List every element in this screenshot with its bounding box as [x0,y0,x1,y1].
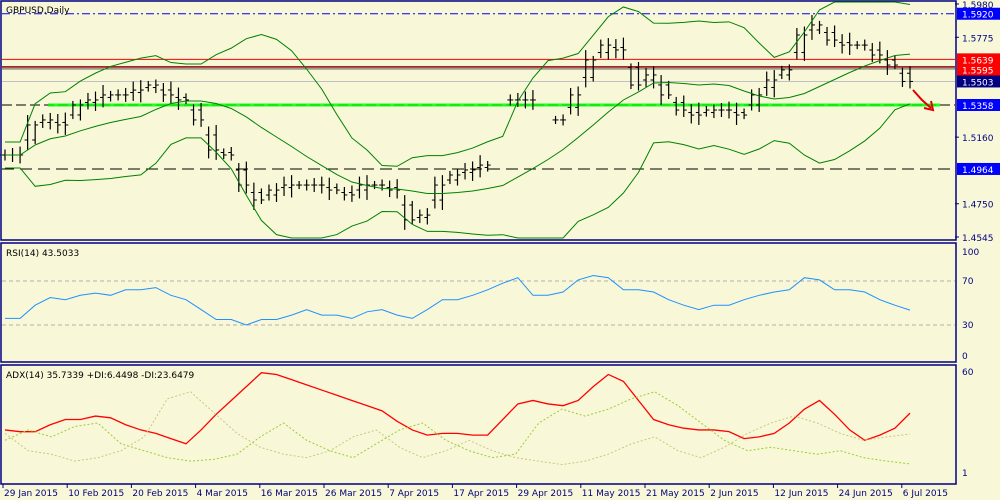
price-level-label: 1.5358 [962,102,994,112]
date-tick-label: 6 Jul 2015 [903,489,948,499]
chart-background [0,0,1000,500]
date-tick-label: 2 Jun 2015 [710,489,758,499]
date-tick-label: 11 May 2015 [582,489,641,499]
date-tick-label: 26 Mar 2015 [325,489,382,499]
rsi-tick-label: 30 [962,321,974,331]
date-tick-label: 29 Jan 2015 [4,489,58,499]
date-tick-label: 16 Mar 2015 [261,489,318,499]
rsi-title: RSI(14) 43.5033 [6,249,79,259]
rsi-tick-label: 100 [962,248,979,258]
date-tick-label: 21 May 2015 [646,489,705,499]
chart-window: 1.59801.57751.51601.47501.45451.59201.56… [0,0,1000,500]
adx-title: ADX(14) 35.7339 +DI:6.4498 -DI:23.6479 [6,371,195,381]
rsi-tick-label: 70 [962,277,974,287]
symbol-title: GBPUSD,Daily [6,6,70,16]
price-tick-label: 1.4750 [962,201,994,211]
price-level-label: 1.5595 [962,67,994,77]
adx-tick-label: 60 [962,368,974,378]
price-level-label: 1.5920 [962,11,994,21]
price-level-label: 1.5503 [962,78,994,88]
date-tick-label: 12 Jun 2015 [774,489,828,499]
date-tick-label: 10 Feb 2015 [68,489,124,499]
rsi-tick-label: 0 [962,352,968,362]
price-tick-label: 1.4545 [962,234,994,244]
date-tick-label: 29 Apr 2015 [518,489,574,499]
date-tick-label: 4 Mar 2015 [197,489,248,499]
date-tick-label: 24 Jun 2015 [839,489,893,499]
price-level-label: 1.4964 [962,166,994,176]
price-tick-label: 1.5160 [962,134,994,144]
date-tick-label: 17 Apr 2015 [453,489,509,499]
date-tick-label: 7 Apr 2015 [389,489,439,499]
date-tick-label: 20 Feb 2015 [132,489,188,499]
adx-tick-label: 1 [962,469,968,479]
price-tick-label: 1.5775 [962,34,994,44]
